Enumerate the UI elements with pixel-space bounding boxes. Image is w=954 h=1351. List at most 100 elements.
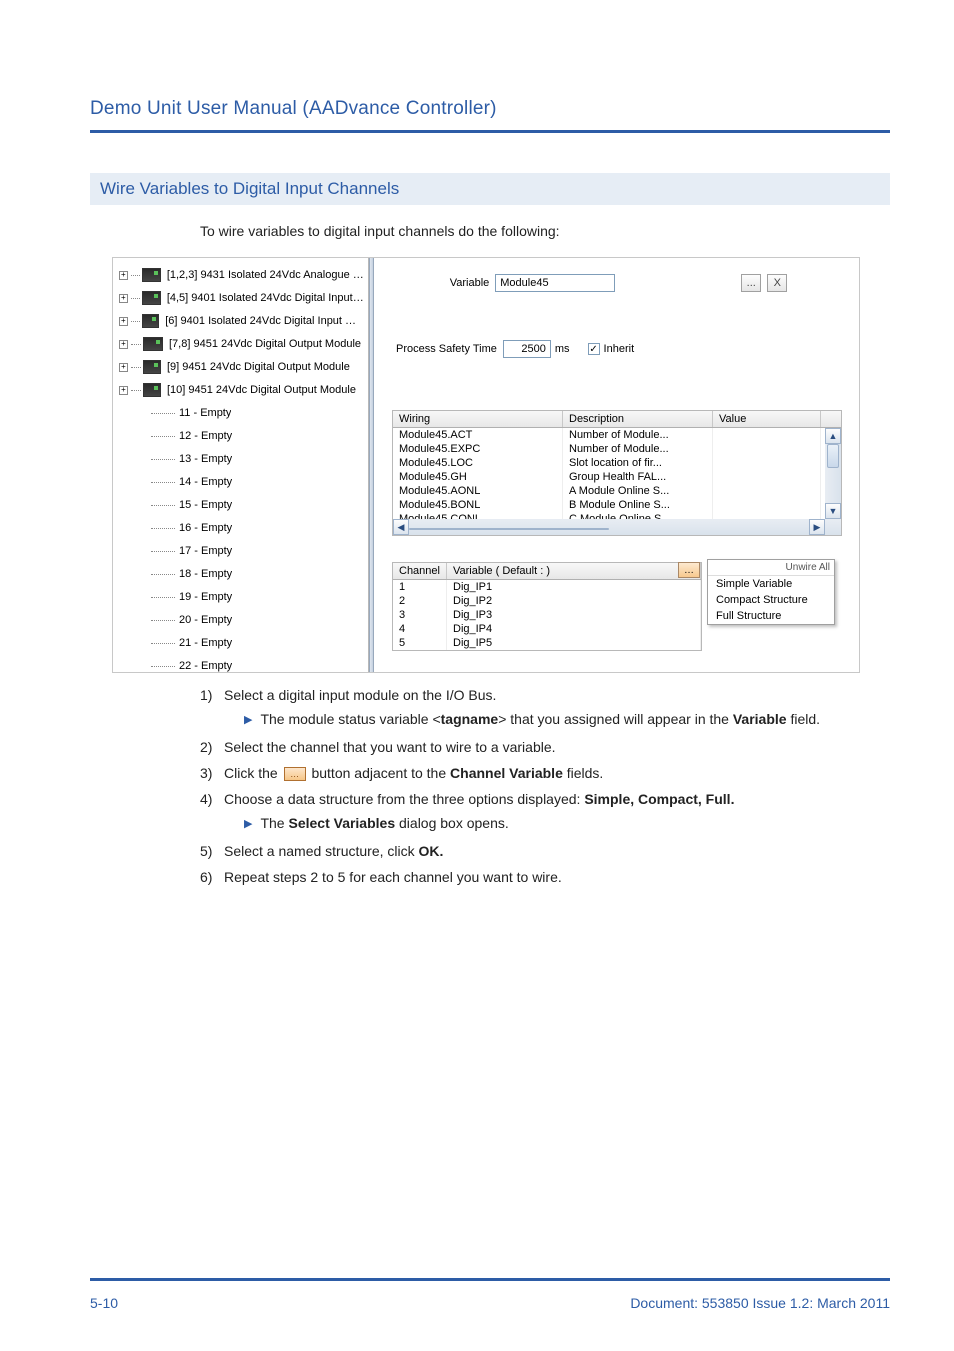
step-5: 5) Select a named structure, click OK.	[200, 843, 890, 859]
expand-icon[interactable]: +	[119, 317, 128, 326]
wiring-row[interactable]: Module45.BONLB Module Online S...	[393, 498, 841, 512]
wiring-cell-desc: Slot location of fir...	[563, 456, 713, 470]
tree-empty-slot[interactable]: 17 - Empty	[117, 540, 364, 562]
step-4: 4) Choose a data structure from the thre…	[200, 791, 890, 833]
tree-empty-slot[interactable]: 21 - Empty	[117, 632, 364, 654]
scroll-up-icon[interactable]: ▲	[825, 428, 841, 444]
step-2: 2) Select the channel that you want to w…	[200, 739, 890, 755]
tree-empty-slot[interactable]: 20 - Empty	[117, 609, 364, 631]
wiring-cell-name: Module45.BONL	[393, 498, 563, 512]
channel-variable: Dig_IP3	[447, 608, 701, 622]
step-1: 1) Select a digital input module on the …	[200, 687, 890, 729]
ellipsis-button-icon: …	[284, 767, 306, 781]
wiring-row[interactable]: Module45.LOCSlot location of fir...	[393, 456, 841, 470]
popup-item-compact[interactable]: Compact Structure	[708, 592, 834, 608]
tree-empty-slot[interactable]: 16 - Empty	[117, 517, 364, 539]
channel-row[interactable]: 5Dig_IP5	[393, 636, 701, 650]
wiring-row[interactable]: Module45.ACTNumber of Module...	[393, 428, 841, 442]
variable-browse-button[interactable]: ...	[741, 274, 761, 292]
page-number: 5-10	[90, 1295, 118, 1311]
scroll-left-icon[interactable]: ◀	[393, 519, 409, 535]
channel-col-variable[interactable]: Variable ( Default : )	[447, 563, 701, 579]
wiring-col-value[interactable]: Value	[713, 411, 821, 427]
scroll-thumb[interactable]	[827, 444, 839, 468]
tree-module-label: [6] 9401 Isolated 24Vdc Digital Input Mo…	[165, 315, 364, 327]
io-bus-tree[interactable]: +[1,2,3] 9431 Isolated 24Vdc Analogue In…	[113, 258, 369, 672]
wiring-grid[interactable]: Wiring Description Value Module45.ACTNum…	[392, 410, 842, 536]
wiring-row[interactable]: Module45.EXPCNumber of Module...	[393, 442, 841, 456]
tree-module-item[interactable]: +[7,8] 9451 24Vdc Digital Output Module	[117, 333, 364, 355]
module-detail-pane: Variable Module45 ... X Process Safety T…	[374, 258, 859, 672]
channel-row[interactable]: 1Dig_IP1	[393, 580, 701, 594]
tree-module-item[interactable]: +[10] 9451 24Vdc Digital Output Module	[117, 379, 364, 401]
expand-icon[interactable]: +	[119, 294, 128, 303]
footer-rule	[90, 1278, 890, 1281]
channel-number: 5	[393, 636, 447, 650]
wiring-cell-name: Module45.ACT	[393, 428, 563, 442]
tree-module-item[interactable]: + [4,5] 9401 Isolated 24Vdc Digital Input…	[117, 287, 364, 309]
wiring-cell-desc: C Module Online S...	[563, 512, 713, 519]
wiring-cell-name: Module45.EXPC	[393, 442, 563, 456]
expand-icon[interactable]: +	[119, 363, 128, 372]
wiring-cell-desc: B Module Online S...	[563, 498, 713, 512]
channel-variable: Dig_IP1	[447, 580, 701, 594]
wiring-cell-desc: A Module Online S...	[563, 484, 713, 498]
expand-icon[interactable]: +	[119, 386, 128, 395]
tree-module-label: [4,5] 9401 Isolated 24Vdc Digital Input …	[167, 292, 364, 304]
channel-grid[interactable]: Channel Variable ( Default : ) 1Dig_IP12…	[392, 562, 702, 651]
channel-number: 1	[393, 580, 447, 594]
scroll-right-icon[interactable]: ▶	[809, 519, 825, 535]
channel-variable: Dig_IP5	[447, 636, 701, 650]
wiring-cell-name: Module45.GH	[393, 470, 563, 484]
tree-empty-slot[interactable]: 12 - Empty	[117, 425, 364, 447]
intro-text: To wire variables to digital input chann…	[200, 223, 890, 239]
channel-row[interactable]: 4Dig_IP4	[393, 622, 701, 636]
wiring-cell-value	[713, 470, 821, 484]
pst-field[interactable]: 2500	[503, 340, 551, 358]
bullet-icon: ▶	[244, 713, 252, 727]
channel-row[interactable]: 2Dig_IP2	[393, 594, 701, 608]
channel-row[interactable]: 3Dig_IP3	[393, 608, 701, 622]
tree-module-item[interactable]: +[9] 9451 24Vdc Digital Output Module	[117, 356, 364, 378]
wiring-cell-name: Module45.AONL	[393, 484, 563, 498]
wiring-cell-desc: Number of Module...	[563, 442, 713, 456]
wiring-row[interactable]: Module45.AONLA Module Online S...	[393, 484, 841, 498]
bullet-icon: ▶	[244, 817, 252, 831]
channel-col-channel[interactable]: Channel	[393, 563, 447, 579]
variable-clear-button[interactable]: X	[767, 274, 787, 292]
module-icon	[143, 360, 161, 374]
tree-empty-slot[interactable]: 18 - Empty	[117, 563, 364, 585]
wiring-row[interactable]: Module45.CONLC Module Online S...	[393, 512, 841, 519]
wiring-col-wiring[interactable]: Wiring	[393, 411, 563, 427]
channel-number: 3	[393, 608, 447, 622]
popup-item-simple[interactable]: Simple Variable	[708, 576, 834, 592]
wiring-hscrollbar[interactable]: ◀ ▶	[393, 519, 841, 535]
wiring-cell-name: Module45.LOC	[393, 456, 563, 470]
wiring-vscrollbar[interactable]: ▲ ▼	[825, 428, 841, 519]
tree-empty-slot[interactable]: 11 - Empty	[117, 402, 364, 424]
popup-item-full[interactable]: Full Structure	[708, 608, 834, 624]
tree-empty-slot[interactable]: 14 - Empty	[117, 471, 364, 493]
variable-field[interactable]: Module45	[495, 274, 615, 292]
hscroll-thumb[interactable]	[409, 528, 609, 530]
tree-module-item[interactable]: + [6] 9401 Isolated 24Vdc Digital Input M…	[117, 310, 364, 332]
tree-empty-slot[interactable]: 19 - Empty	[117, 586, 364, 608]
title-underline	[90, 130, 890, 133]
expand-icon[interactable]: +	[119, 340, 128, 349]
channel-number: 4	[393, 622, 447, 636]
scroll-down-icon[interactable]: ▼	[825, 503, 841, 519]
wiring-col-description[interactable]: Description	[563, 411, 713, 427]
instruction-list: 1) Select a digital input module on the …	[200, 687, 890, 885]
tree-empty-slot[interactable]: 13 - Empty	[117, 448, 364, 470]
wiring-row[interactable]: Module45.GHGroup Health FAL...	[393, 470, 841, 484]
inherit-checkbox[interactable]: ✓	[588, 343, 600, 355]
unwire-all-label[interactable]: Unwire All	[786, 562, 830, 573]
tree-module-item[interactable]: +[1,2,3] 9431 Isolated 24Vdc Analogue In…	[117, 264, 364, 286]
wiring-cell-name: Module45.CONL	[393, 512, 563, 519]
expand-icon[interactable]: +	[119, 271, 128, 280]
tree-empty-slot[interactable]: 22 - Empty	[117, 655, 364, 672]
tree-empty-slot[interactable]: 15 - Empty	[117, 494, 364, 516]
channel-browse-button[interactable]: …	[678, 562, 700, 578]
inherit-label: Inherit	[604, 343, 635, 355]
config-screenshot: +[1,2,3] 9431 Isolated 24Vdc Analogue In…	[112, 257, 860, 673]
